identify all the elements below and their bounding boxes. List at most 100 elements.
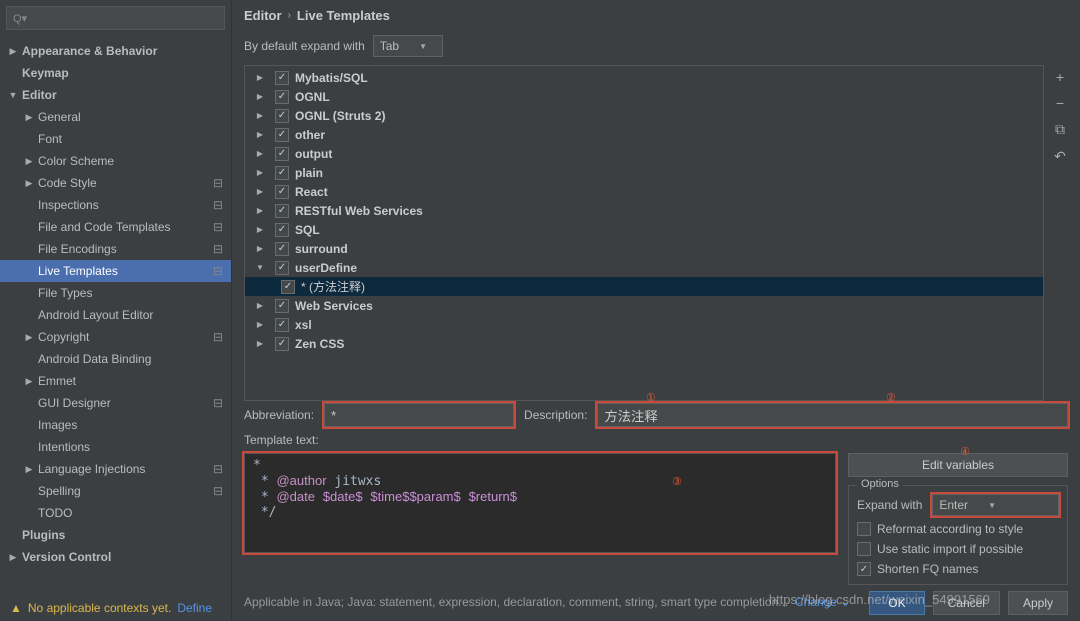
expand-arrow-icon: ▶ — [255, 168, 265, 177]
scope-icon: ⊟ — [213, 176, 223, 190]
warning-text: No applicable contexts yet. — [28, 601, 171, 615]
sidebar-item[interactable]: ▶Appearance & Behavior — [0, 40, 231, 62]
expand-label: By default expand with — [244, 39, 365, 53]
remove-icon[interactable]: − — [1056, 95, 1064, 111]
template-group[interactable]: ▶✓Web Services — [245, 296, 1043, 315]
expand-with-combo[interactable]: Enter ▼ — [932, 494, 1059, 516]
sidebar-item[interactable]: File Encodings⊟ — [0, 238, 231, 260]
checkbox[interactable]: ✓ — [275, 242, 289, 256]
copy-icon[interactable]: ⧉ — [1055, 121, 1065, 138]
sidebar-item[interactable]: ▶Language Injections⊟ — [0, 458, 231, 480]
settings-sidebar: Q▾ ▶Appearance & BehaviorKeymap▼Editor▶G… — [0, 0, 232, 621]
template-group[interactable]: ▶✓Zen CSS — [245, 334, 1043, 353]
abbr-input[interactable] — [324, 403, 514, 427]
options-title: Options — [857, 478, 903, 490]
apply-button[interactable]: Apply — [1008, 591, 1068, 615]
checkbox[interactable]: ✓ — [275, 166, 289, 180]
checkbox[interactable]: ✓ — [275, 147, 289, 161]
expand-arrow-icon: ▶ — [8, 46, 18, 57]
template-group[interactable]: ▶✓React — [245, 182, 1043, 201]
template-group[interactable]: ▶✓surround — [245, 239, 1043, 258]
sidebar-item[interactable]: File and Code Templates⊟ — [0, 216, 231, 238]
checkbox[interactable]: ✓ — [281, 280, 295, 294]
expand-arrow-icon: ▶ — [24, 376, 34, 387]
sidebar-item[interactable]: ▶Code Style⊟ — [0, 172, 231, 194]
template-item[interactable]: ✓* (方法注释) — [245, 277, 1043, 296]
sidebar-item[interactable]: Intentions — [0, 436, 231, 458]
desc-input[interactable] — [597, 403, 1068, 427]
template-text-input[interactable]: * * @author jitwxs * @date $date$ $time$… — [244, 453, 836, 553]
checkbox[interactable]: ✓ — [275, 71, 289, 85]
sidebar-item[interactable]: Android Data Binding — [0, 348, 231, 370]
sidebar-item[interactable]: Inspections⊟ — [0, 194, 231, 216]
sidebar-item[interactable]: Spelling⊟ — [0, 480, 231, 502]
expand-arrow-icon: ▶ — [255, 149, 265, 158]
expand-arrow-icon: ▼ — [255, 263, 265, 272]
desc-label: Description: — [524, 408, 587, 422]
checkbox[interactable]: ✓ — [275, 128, 289, 142]
template-groups-list[interactable]: ▶✓Mybatis/SQL▶✓OGNL▶✓OGNL (Struts 2)▶✓ot… — [244, 65, 1044, 401]
sidebar-item[interactable]: GUI Designer⊟ — [0, 392, 231, 414]
sidebar-item[interactable]: ▶Emmet — [0, 370, 231, 392]
cancel-button[interactable]: Cancel — [933, 591, 1000, 615]
breadcrumb-a: Editor — [244, 8, 282, 23]
expand-combo[interactable]: Tab ▼ — [373, 35, 443, 57]
sidebar-item[interactable]: Images — [0, 414, 231, 436]
sidebar-item[interactable]: Keymap — [0, 62, 231, 84]
sidebar-item[interactable]: Font — [0, 128, 231, 150]
checkbox[interactable]: ✓ — [275, 90, 289, 104]
change-link[interactable]: Change ⌄ — [795, 595, 850, 609]
checkbox[interactable]: ✓ — [275, 204, 289, 218]
define-link[interactable]: Define — [177, 601, 212, 615]
expand-arrow-icon: ▶ — [255, 92, 265, 101]
static-import-checkbox[interactable]: Use static import if possible — [857, 542, 1059, 556]
checkbox[interactable]: ✓ — [275, 109, 289, 123]
template-group[interactable]: ▶✓Mybatis/SQL — [245, 68, 1043, 87]
edit-variables-button[interactable]: Edit variables — [848, 453, 1068, 477]
checkbox[interactable]: ✓ — [275, 223, 289, 237]
template-group[interactable]: ▶✓OGNL (Struts 2) — [245, 106, 1043, 125]
template-group[interactable]: ▶✓xsl — [245, 315, 1043, 334]
expand-arrow-icon: ▶ — [24, 332, 34, 343]
sidebar-item[interactable]: Live Templates⊟ — [0, 260, 231, 282]
expand-arrow-icon: ▶ — [255, 73, 265, 82]
sidebar-item[interactable]: ▼Editor — [0, 84, 231, 106]
reformat-checkbox[interactable]: Reformat according to style — [857, 522, 1059, 536]
sidebar-item[interactable]: ▶Color Scheme — [0, 150, 231, 172]
sidebar-item[interactable]: Plugins — [0, 524, 231, 546]
sidebar-item[interactable]: TODO — [0, 502, 231, 524]
checkbox[interactable]: ✓ — [275, 337, 289, 351]
expand-arrow-icon: ▶ — [255, 339, 265, 348]
template-group[interactable]: ▶✓plain — [245, 163, 1043, 182]
scope-icon: ⊟ — [213, 220, 223, 234]
checkbox[interactable]: ✓ — [275, 318, 289, 332]
expand-arrow-icon: ▶ — [255, 301, 265, 310]
expand-arrow-icon: ▶ — [255, 130, 265, 139]
sidebar-item[interactable]: File Types — [0, 282, 231, 304]
shorten-fq-checkbox[interactable]: ✓Shorten FQ names — [857, 562, 1059, 576]
warning-icon: ▲ — [10, 601, 22, 615]
options-group: Options Expand with Enter ▼ Reformat acc… — [848, 485, 1068, 585]
undo-icon[interactable]: ↶ — [1054, 148, 1066, 165]
sidebar-item[interactable]: Android Layout Editor — [0, 304, 231, 326]
ok-button[interactable]: OK — [869, 591, 924, 615]
sidebar-item[interactable]: ▶Copyright⊟ — [0, 326, 231, 348]
template-group[interactable]: ▶✓output — [245, 144, 1043, 163]
checkbox[interactable]: ✓ — [275, 299, 289, 313]
template-group[interactable]: ▶✓RESTful Web Services — [245, 201, 1043, 220]
settings-tree: ▶Appearance & BehaviorKeymap▼Editor▶Gene… — [0, 36, 231, 595]
checkbox[interactable]: ✓ — [275, 185, 289, 199]
template-group[interactable]: ▶✓other — [245, 125, 1043, 144]
sidebar-item[interactable]: ▶Version Control — [0, 546, 231, 568]
sidebar-item[interactable]: ▶General — [0, 106, 231, 128]
expand-arrow-icon: ▶ — [24, 112, 34, 123]
expand-with-label: Expand with — [857, 498, 922, 512]
expand-arrow-icon: ▶ — [8, 552, 18, 563]
add-icon[interactable]: + — [1056, 69, 1064, 85]
search-input[interactable]: Q▾ — [6, 6, 225, 30]
checkbox[interactable]: ✓ — [275, 261, 289, 275]
template-group[interactable]: ▼✓userDefine — [245, 258, 1043, 277]
template-group[interactable]: ▶✓OGNL — [245, 87, 1043, 106]
template-group[interactable]: ▶✓SQL — [245, 220, 1043, 239]
expand-arrow-icon: ▶ — [24, 178, 34, 189]
